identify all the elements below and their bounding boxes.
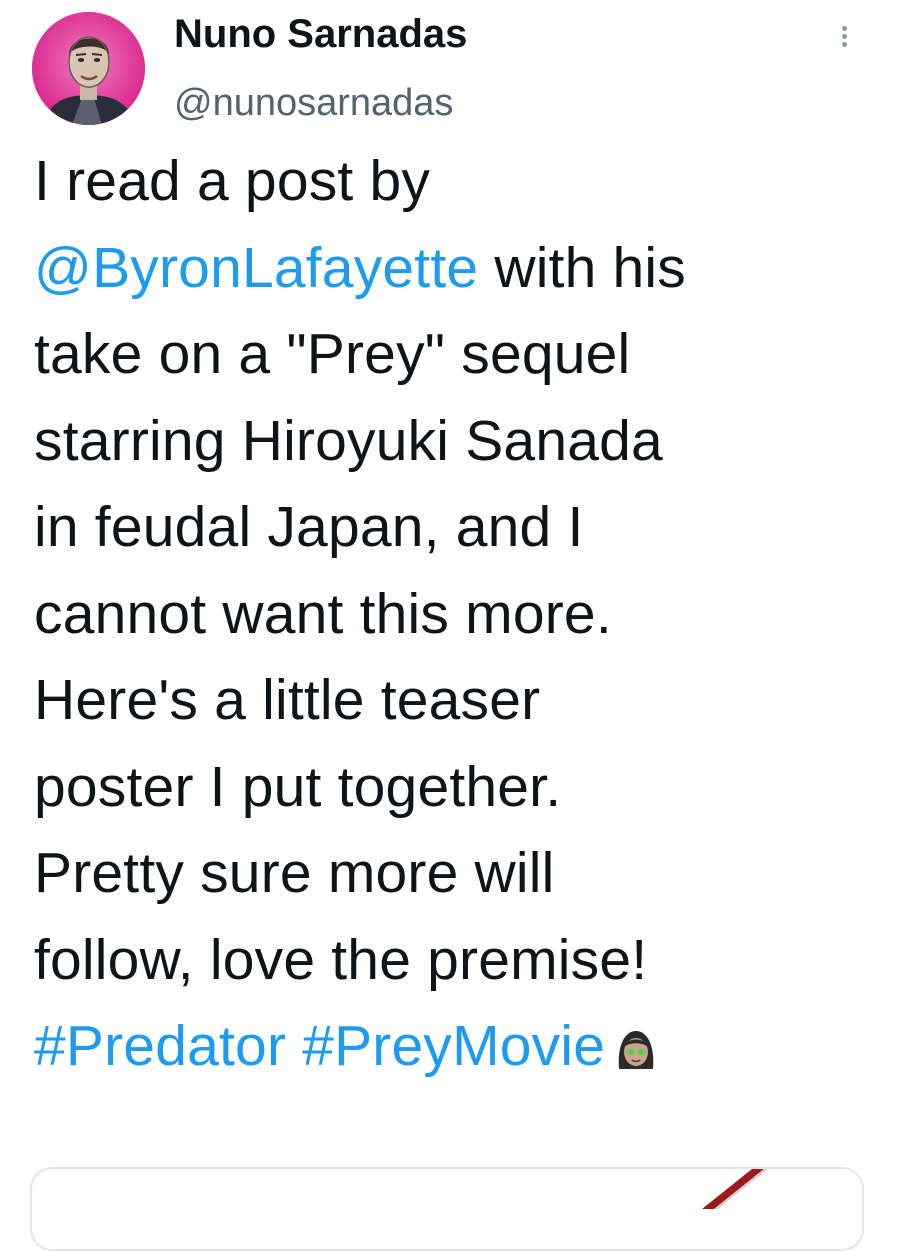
tweet-line: take on a "Prey" sequel	[34, 322, 631, 386]
hashtag-link-preymovie[interactable]: #PreyMovie	[302, 1014, 605, 1078]
tweet-line: Here's a little teaser	[34, 668, 541, 732]
vertical-dots-icon[interactable]	[832, 26, 856, 58]
tweet-line: I read a post by	[34, 149, 431, 213]
author-handle[interactable]: @nunosarnadas	[174, 78, 453, 128]
tweet-line: @ByronLafayette with his	[34, 225, 884, 312]
tweet-line: #Predator #PreyMovie	[34, 1003, 884, 1100]
tweet-line: starring Hiroyuki Sanada	[34, 408, 663, 473]
hashtag-link-predator[interactable]: #Predator	[34, 1014, 286, 1078]
tweet-media-card[interactable]	[30, 1167, 864, 1251]
tweet-text: I read a post by @ByronLafayette with hi…	[34, 138, 884, 1100]
tweet-line: in feudal Japan, and I	[34, 495, 584, 559]
media-image-preview	[702, 1169, 768, 1209]
author-display-name[interactable]: Nuno Sarnadas	[174, 8, 467, 60]
author-avatar[interactable]	[32, 12, 145, 125]
mention-link[interactable]: @ByronLafayette	[34, 236, 478, 300]
tweet-line-text: with his	[494, 235, 686, 300]
tweet-line: follow, love the premise!	[34, 927, 648, 992]
tweet-line: poster I put together.	[34, 754, 562, 819]
tweet-line: Pretty sure more will	[34, 841, 555, 905]
tweet-line: cannot want this more.	[34, 581, 612, 646]
avatar-portrait-image	[32, 12, 145, 125]
woman-face-emoji	[611, 1013, 661, 1100]
